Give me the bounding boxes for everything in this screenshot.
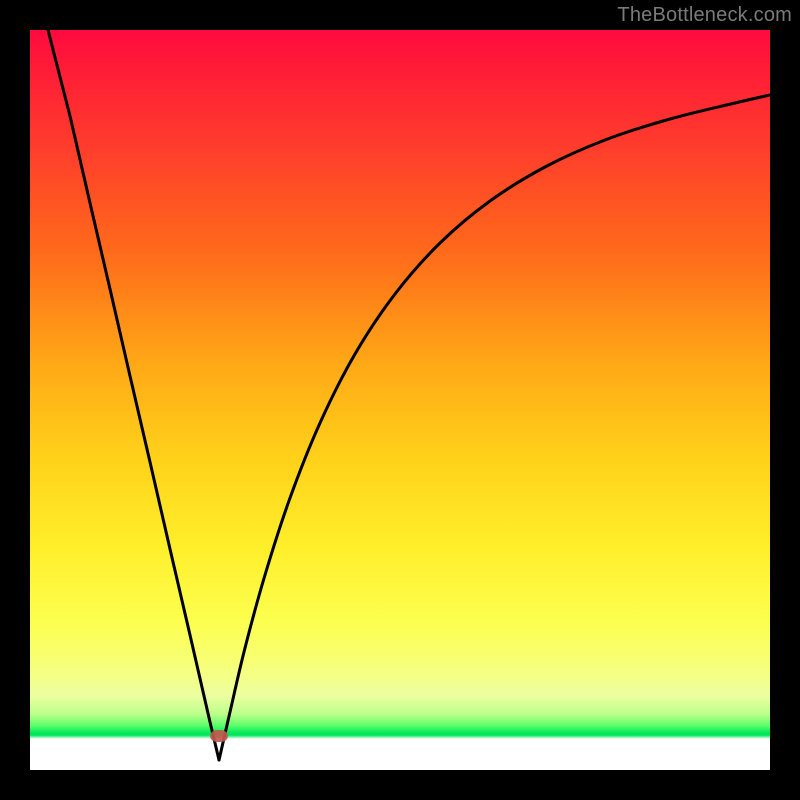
plot-area [30, 30, 770, 770]
watermark-text: TheBottleneck.com [617, 4, 792, 27]
chart-frame: TheBottleneck.com [0, 0, 800, 800]
curve-svg [30, 30, 770, 770]
curve-right-branch [219, 95, 770, 760]
curve-left-branch [48, 30, 219, 760]
vertex-marker [210, 730, 228, 742]
